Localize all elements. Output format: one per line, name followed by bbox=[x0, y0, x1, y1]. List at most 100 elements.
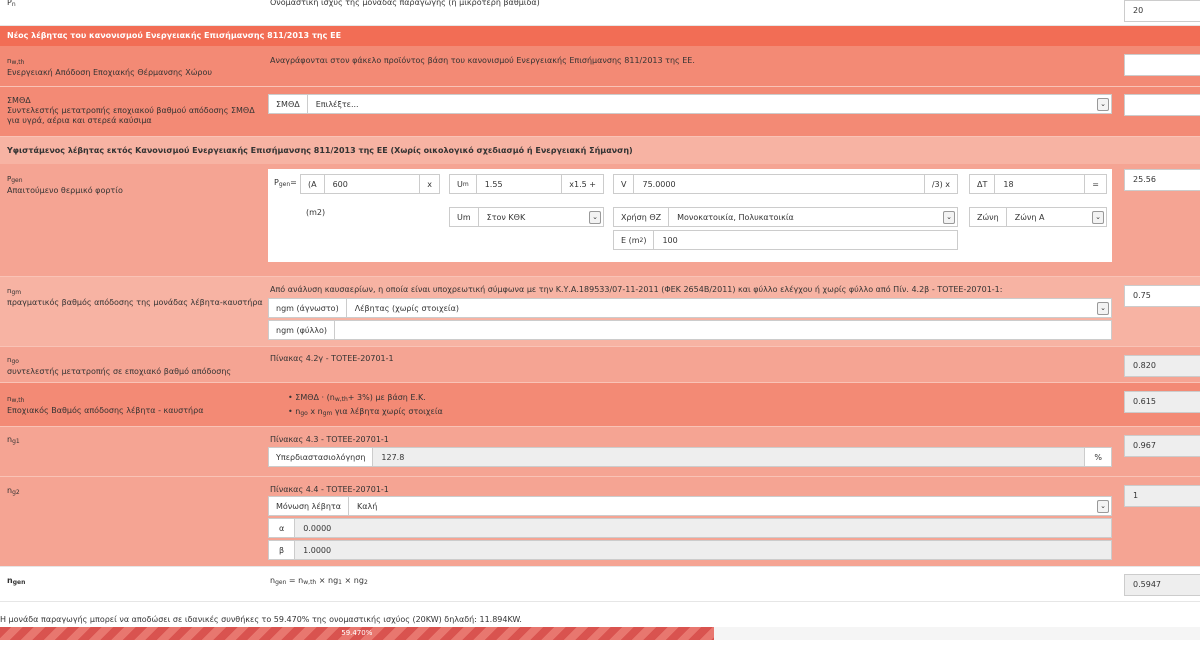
ng2-symbol: ng2 bbox=[7, 486, 20, 496]
nwth2-label: Εποχιακός Βαθμός απόδοσης λέβητα - καυστ… bbox=[7, 406, 204, 415]
ngm-sheet-group[interactable]: ngm (φύλλο) bbox=[268, 320, 1112, 340]
pgen-e-addon: E (m 2) bbox=[614, 231, 655, 249]
pgen-volume-input[interactable]: 75.0000 bbox=[634, 175, 923, 193]
ngo-label-block: ngo συντελεστής μετατροπής σε εποχιακό β… bbox=[7, 355, 231, 377]
pgen-symbol: Pgen bbox=[7, 175, 23, 184]
new-boiler-header: Νέος λέβητας του κανονισμού Ενεργειακής … bbox=[0, 26, 1200, 46]
pgen-dt-suffix: = bbox=[1084, 175, 1106, 193]
pgen-volume-group[interactable]: V 75.0000 /3) x bbox=[613, 174, 958, 194]
nwth2-value: 0.615 bbox=[1124, 391, 1200, 413]
smod-label-block: ΣΜΘΔ Συντελεστής μετατροπής εποχιακού βα… bbox=[7, 96, 255, 126]
ngo-value: 0.820 bbox=[1124, 355, 1200, 377]
summary-text: Η μονάδα παραγωγής μπορεί να αποδώσει σε… bbox=[0, 615, 522, 624]
existing-boiler-header: Υφιστάμενος λέβητας εκτός Κανονισμού Ενε… bbox=[0, 136, 1200, 164]
pgen-dt-input[interactable]: 18 bbox=[995, 175, 1084, 193]
ng1-oversize-addon: Υπερδιαστασιολόγηση bbox=[269, 448, 374, 466]
pn-value[interactable]: 20 bbox=[1124, 0, 1200, 22]
pgen-volume-suffix: /3) x bbox=[923, 175, 957, 193]
pgen-use-select-group[interactable]: Χρήση ΘΖ Μονοκατοικία, Πολυκατοικία ⌄ bbox=[613, 207, 958, 227]
ng1-value: 0.967 bbox=[1124, 435, 1200, 457]
ngm-value[interactable]: 0.75 bbox=[1124, 285, 1200, 307]
ng1-row: ng1 Πίνακας 4.3 - ΤΟΤΕΕ-20701-1 Υπερδιασ… bbox=[0, 426, 1200, 476]
ngm-label-block: ngm πραγματικός βαθμός απόδοσης της μονά… bbox=[7, 286, 263, 308]
ngm-sheet-input[interactable] bbox=[335, 321, 1111, 339]
pgen-um-group[interactable]: Um 1.55 x1.5 + bbox=[449, 174, 604, 194]
pgen-value[interactable]: 25.56 bbox=[1124, 169, 1200, 191]
nwth2-label-block: nw,th Εποχιακός Βαθμός απόδοσης λέβητα -… bbox=[7, 394, 203, 416]
ngm-sheet-addon: ngm (φύλλο) bbox=[269, 321, 335, 339]
ngen-row: ngen ngen = nw,th × ng1 × ng2 0.5947 bbox=[0, 566, 1200, 602]
nwth-value-input[interactable] bbox=[1124, 54, 1200, 76]
smod-value-input[interactable] bbox=[1124, 94, 1200, 116]
ng1-oversize-input: 127.8 bbox=[373, 448, 1085, 466]
pgen-area-suffix: x bbox=[419, 175, 439, 193]
ng2-beta-addon: β bbox=[269, 541, 296, 559]
pgen-label: Απαιτούμενο θερμικό φορτίο bbox=[7, 186, 123, 195]
pgen-zone-select[interactable]: Ζώνη Α bbox=[1007, 208, 1092, 226]
percent-suffix: % bbox=[1084, 448, 1111, 466]
pgen-use-addon: Χρήση ΘΖ bbox=[614, 208, 670, 226]
chevron-down-icon[interactable]: ⌄ bbox=[1092, 210, 1104, 224]
smod-label-line1: Συντελεστής μετατροπής εποχιακού βαθμού … bbox=[7, 106, 255, 115]
pn-description: Ονομαστική ισχύς της μονάδας παραγωγής (… bbox=[270, 0, 540, 7]
pgen-label-block: Pgen Απαιτούμενο θερμικό φορτίο bbox=[7, 174, 123, 196]
ng2-insulation-select[interactable]: Καλή bbox=[349, 497, 1097, 515]
ngm-unknown-addon: ngm (άγνωστο) bbox=[269, 299, 347, 317]
nwth-label-block: nw,th Ενεργειακή Απόδοση Εποχιακής Θέρμα… bbox=[7, 56, 212, 78]
pgen-area-prefix: (A bbox=[301, 175, 325, 193]
chevron-down-icon[interactable]: ⌄ bbox=[589, 210, 601, 224]
progress-bar-fill: 59.470% bbox=[0, 627, 714, 640]
pgen-um-select[interactable]: Στον ΚΘΚ bbox=[479, 208, 589, 226]
pgen-um-input[interactable]: 1.55 bbox=[477, 175, 562, 193]
pgen-m2-label: (m2) bbox=[306, 208, 326, 217]
nwth2-bullets: • ΣΜΘΔ · (nw,th+ 3%) με βάση Ε.Κ. • ngo … bbox=[288, 392, 443, 420]
pgen-e-input[interactable]: 100 bbox=[654, 231, 957, 249]
pgen-formula-panel: Pgen= (A 600 x Um 1.55 x1.5 + V 75.0000 … bbox=[268, 169, 1112, 262]
chevron-down-icon[interactable]: ⌄ bbox=[1097, 499, 1109, 513]
pgen-um-select-group[interactable]: Um Στον ΚΘΚ ⌄ bbox=[449, 207, 604, 227]
ngm-unknown-select[interactable]: Λέβητας (χωρίς στοιχεία) bbox=[347, 299, 1097, 317]
pgen-um-suffix: x1.5 + bbox=[561, 175, 603, 193]
ngm-symbol: ngm bbox=[7, 287, 22, 296]
nwth2-symbol: nw,th bbox=[7, 395, 25, 404]
ngm-unknown-group[interactable]: ngm (άγνωστο) Λέβητας (χωρίς στοιχεία) ⌄ bbox=[268, 298, 1112, 318]
chevron-down-icon[interactable]: ⌄ bbox=[1097, 301, 1109, 315]
nwth2-bullet-2: • ngo x ngm για λέβητα χωρίς στοιχεία bbox=[288, 407, 443, 417]
pgen-zone-select-group[interactable]: Ζώνη Ζώνη Α ⌄ bbox=[969, 207, 1107, 227]
pgen-um-select-addon: Um bbox=[450, 208, 479, 226]
smod-label-line2: για υγρά, αέρια και στερεά καύσιμα bbox=[7, 116, 152, 125]
nwth-row: nw,th Ενεργειακή Απόδοση Εποχιακής Θέρμα… bbox=[0, 46, 1200, 86]
smod-symbol: ΣΜΘΔ bbox=[7, 96, 31, 105]
pgen-use-select[interactable]: Μονοκατοικία, Πολυκατοικία bbox=[669, 208, 943, 226]
pgen-dt-prefix: ΔT bbox=[970, 175, 996, 193]
ng2-insulation-group[interactable]: Μόνωση λέβητα Καλή ⌄ bbox=[268, 496, 1112, 516]
nwth2-bullet-1: • ΣΜΘΔ · (nw,th+ 3%) με βάση Ε.Κ. bbox=[288, 393, 426, 403]
ng1-oversize-group[interactable]: Υπερδιαστασιολόγηση 127.8 % bbox=[268, 447, 1112, 467]
pgen-formula-label: Pgen= bbox=[274, 178, 297, 188]
ng2-alpha-addon: α bbox=[269, 519, 296, 537]
smod-row: ΣΜΘΔ Συντελεστής μετατροπής εποχιακού βα… bbox=[0, 86, 1200, 136]
chevron-down-icon[interactable]: ⌄ bbox=[1097, 97, 1109, 111]
ngo-symbol: ngo bbox=[7, 356, 19, 365]
ngm-row: ngm πραγματικός βαθμός απόδοσης της μονά… bbox=[0, 276, 1200, 346]
pn-row: Pn Ονομαστική ισχύς της μονάδας παραγωγή… bbox=[0, 0, 1200, 26]
ng2-insulation-addon: Μόνωση λέβητα bbox=[269, 497, 349, 515]
ng2-description: Πίνακας 4.4 - ΤΟΤΕΕ-20701-1 bbox=[270, 485, 389, 494]
nwth-description: Αναγράφονται στον φάκελο προϊόντος βάση … bbox=[270, 56, 695, 65]
pgen-zone-addon: Ζώνη bbox=[970, 208, 1007, 226]
nwth-symbol: nw,th bbox=[7, 57, 25, 66]
chevron-down-icon[interactable]: ⌄ bbox=[943, 210, 955, 224]
pgen-um-prefix: Um bbox=[450, 175, 477, 193]
ngen-value: 0.5947 bbox=[1124, 574, 1200, 596]
pgen-area-input[interactable]: 600 bbox=[325, 175, 420, 193]
ngo-row: ngo συντελεστής μετατροπής σε εποχιακό β… bbox=[0, 346, 1200, 382]
ng2-row: ng2 Πίνακας 4.4 - ΤΟΤΕΕ-20701-1 Μόνωση λ… bbox=[0, 476, 1200, 566]
pgen-dt-group[interactable]: ΔT 18 = bbox=[969, 174, 1107, 194]
smod-select[interactable]: Επιλέξτε... bbox=[308, 95, 1097, 113]
ng2-beta-group: β 1.0000 bbox=[268, 540, 1112, 560]
pgen-area-group[interactable]: (A 600 x bbox=[300, 174, 440, 194]
pgen-e-group[interactable]: E (m 2) 100 bbox=[613, 230, 958, 250]
smod-select-group[interactable]: ΣΜΘΔ Επιλέξτε... ⌄ bbox=[268, 94, 1112, 114]
ng1-symbol: ng1 bbox=[7, 435, 20, 445]
pgen-volume-prefix: V bbox=[614, 175, 635, 193]
